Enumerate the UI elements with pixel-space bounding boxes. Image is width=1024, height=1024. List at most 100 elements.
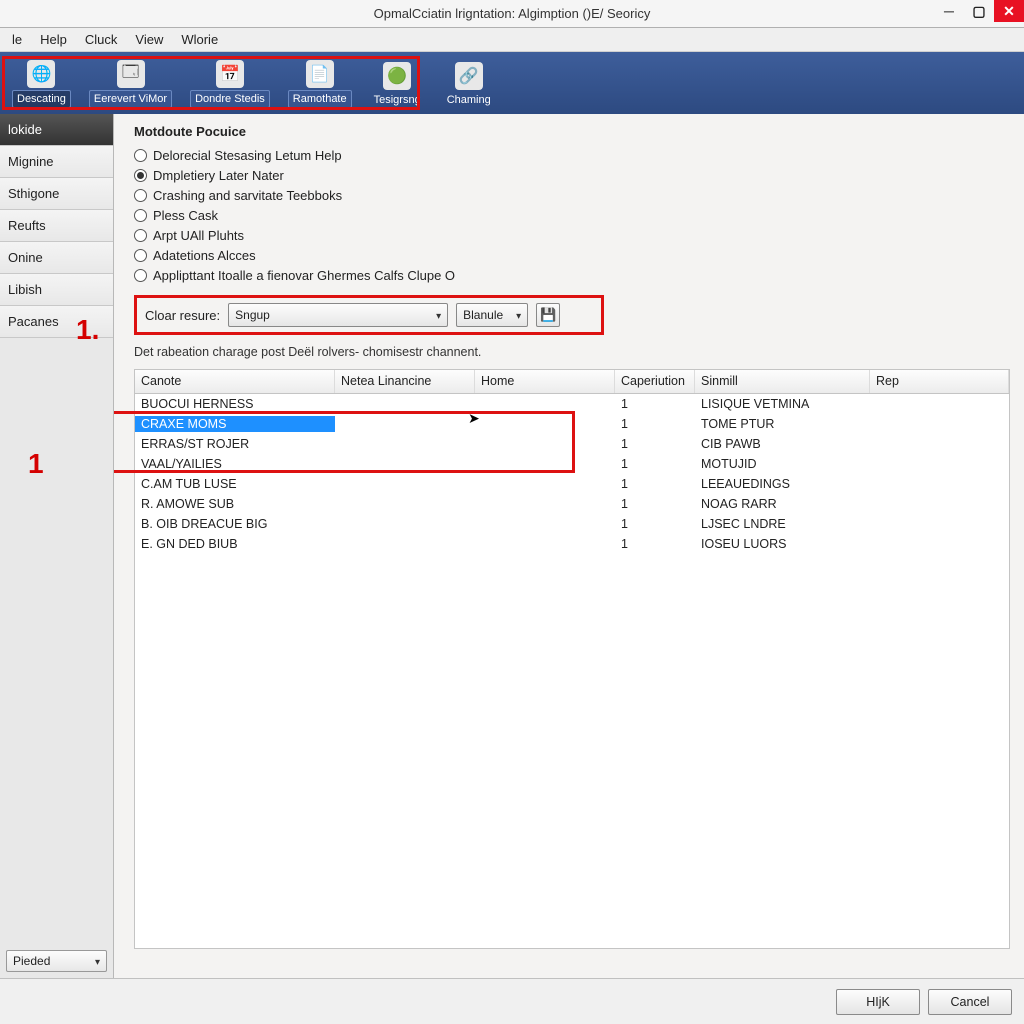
cell-cap: 1 — [615, 496, 695, 512]
toolbar-dondre[interactable]: 📅Dondre Stedis — [184, 54, 276, 112]
cell-home — [475, 523, 615, 525]
radio-option-1[interactable]: Dmpletiery Later Nater — [134, 165, 1010, 185]
sidebar-item-mignine[interactable]: Mignine — [0, 146, 113, 178]
cell-home — [475, 483, 615, 485]
sidebar-filler — [0, 338, 113, 946]
radio-option-4[interactable]: Arpt UAll Pluhts — [134, 225, 1010, 245]
descating-icon: 🌐 — [27, 60, 55, 88]
annotation-number-table: 1 — [28, 448, 44, 480]
toolbar-tesigrsng[interactable]: 🟢Tesigrsng — [364, 54, 431, 112]
menu-view[interactable]: View — [127, 30, 171, 49]
cell-rep — [870, 403, 1009, 405]
cell-rep — [870, 463, 1009, 465]
sidebar-item-onine[interactable]: Onine — [0, 242, 113, 274]
cell-home — [475, 423, 615, 425]
cell-netea — [335, 543, 475, 545]
cell-cap: 1 — [615, 516, 695, 532]
col-canote[interactable]: Canote — [135, 370, 335, 393]
table-row[interactable]: BUOCUI HERNESS1LISIQUE VETMINA — [135, 394, 1009, 414]
eerevert-label: Eerevert ViMor — [89, 90, 172, 108]
table-row[interactable]: ERRAS/ST ROJER1CIB PAWB — [135, 434, 1009, 454]
save-icon: 💾 — [540, 307, 556, 323]
radio-icon — [134, 169, 147, 182]
descating-label: Descating — [12, 90, 71, 108]
maximize-button[interactable]: ▢ — [964, 0, 994, 22]
toolbar-chaming[interactable]: 🔗Chaming — [437, 54, 501, 112]
close-button[interactable]: ✕ — [994, 0, 1024, 22]
section-title: Motdoute Pocuice — [134, 124, 1010, 139]
cancel-button[interactable]: Cancel — [928, 989, 1012, 1015]
filter-save-button[interactable]: 💾 — [536, 303, 560, 327]
menu-le[interactable]: le — [4, 30, 30, 49]
radio-label: Dmpletiery Later Nater — [153, 168, 284, 183]
window-title: OpmalCciatin lrigntation: Algimption ()E… — [374, 6, 651, 21]
cell-netea — [335, 503, 475, 505]
toolbar-descating[interactable]: 🌐 Descating — [6, 54, 77, 112]
table-row[interactable]: C.AM TUB LUSE1LEEAUEDINGS — [135, 474, 1009, 494]
ok-button[interactable]: HIjK — [836, 989, 920, 1015]
sidebar-item-reufts[interactable]: Reufts — [0, 210, 113, 242]
cell-canote: CRAXE MOMS — [135, 416, 335, 432]
filter-select[interactable]: Sngup — [228, 303, 448, 327]
col-sin[interactable]: Sinmill — [695, 370, 870, 393]
radio-option-3[interactable]: Pless Cask — [134, 205, 1010, 225]
col-rep[interactable]: Rep — [870, 370, 1009, 393]
sidebar-item-libish[interactable]: Libish — [0, 274, 113, 306]
table-row[interactable]: E. GN DED BIUB1IOSEU LUORS — [135, 534, 1009, 554]
cell-sin: LJSEC LNDRE — [695, 516, 870, 532]
menu-cluck[interactable]: Cluck — [77, 30, 126, 49]
cell-home — [475, 463, 615, 465]
radio-label: Pless Cask — [153, 208, 218, 223]
table-row[interactable]: CRAXE MOMS1TOME PTUR — [135, 414, 1009, 434]
ramothate-label: Ramothate — [288, 90, 352, 108]
radio-label: Crashing and sarvitate Teebboks — [153, 188, 342, 203]
filter-row: Cloar resure: Sngup Blanule 💾 — [134, 295, 604, 335]
mouse-cursor-icon: ➤ — [468, 410, 480, 427]
ramothate-icon: 📄 — [306, 60, 334, 88]
cell-sin: LISIQUE VETMINA — [695, 396, 870, 412]
menu-wlorie[interactable]: Wlorie — [173, 30, 226, 49]
dondre-icon: 📅 — [216, 60, 244, 88]
radio-group: Delorecial Stesasing Letum Help Dmpletier… — [134, 145, 1010, 285]
cell-home — [475, 543, 615, 545]
cell-rep — [870, 423, 1009, 425]
filter-select-value: Sngup — [235, 308, 270, 322]
filter-action-button[interactable]: Blanule — [456, 303, 528, 327]
window-controls: ─ ▢ ✕ — [934, 0, 1024, 22]
minimize-button[interactable]: ─ — [934, 0, 964, 22]
cell-home — [475, 443, 615, 445]
cell-sin: TOME PTUR — [695, 416, 870, 432]
table-body: BUOCUI HERNESS1LISIQUE VETMINACRAXE MOMS… — [135, 394, 1009, 554]
radio-icon — [134, 149, 147, 162]
sidebar-bottom-select[interactable]: Pieded — [6, 950, 107, 972]
sidebar-item-lokide[interactable]: lokide — [0, 114, 113, 146]
cell-rep — [870, 523, 1009, 525]
title-bar: OpmalCciatin lrigntation: Algimption ()E… — [0, 0, 1024, 28]
cell-rep — [870, 503, 1009, 505]
cell-netea — [335, 403, 475, 405]
cell-netea — [335, 443, 475, 445]
table-row[interactable]: R. AMOWE SUB1NOAG RARR — [135, 494, 1009, 514]
table-row[interactable]: VAAL/YAILIES1MOTUJID — [135, 454, 1009, 474]
chaming-label: Chaming — [443, 92, 495, 108]
cell-sin: CIB PAWB — [695, 436, 870, 452]
cell-cap: 1 — [615, 456, 695, 472]
col-netea[interactable]: Netea Linancine — [335, 370, 475, 393]
app-window: OpmalCciatin lrigntation: Algimption ()E… — [0, 0, 1024, 1024]
cell-rep — [870, 443, 1009, 445]
sidebar-item-sthigone[interactable]: Sthigone — [0, 178, 113, 210]
radio-option-5[interactable]: Adatetions Alcces — [134, 245, 1010, 265]
col-cap[interactable]: Caperiution — [615, 370, 695, 393]
col-home[interactable]: Home — [475, 370, 615, 393]
toolbar-ramothate[interactable]: 📄 Ramothate — [282, 54, 358, 112]
menu-help[interactable]: Help — [32, 30, 75, 49]
radio-option-0[interactable]: Delorecial Stesasing Letum Help — [134, 145, 1010, 165]
radio-option-6[interactable]: Applipttant Itoalle a fienovar Ghermes C… — [134, 265, 1010, 285]
toolbar-eerevert[interactable]: 🗔Eerevert ViMor — [83, 54, 178, 112]
sidebar-bottom-select-label: Pieded — [13, 954, 50, 968]
radio-icon — [134, 209, 147, 222]
table-header: Canote Netea Linancine Home Caperiution … — [135, 370, 1009, 394]
cell-canote: BUOCUI HERNESS — [135, 396, 335, 412]
table-row[interactable]: B. OIB DREACUE BIG1LJSEC LNDRE — [135, 514, 1009, 534]
radio-option-2[interactable]: Crashing and sarvitate Teebboks — [134, 185, 1010, 205]
